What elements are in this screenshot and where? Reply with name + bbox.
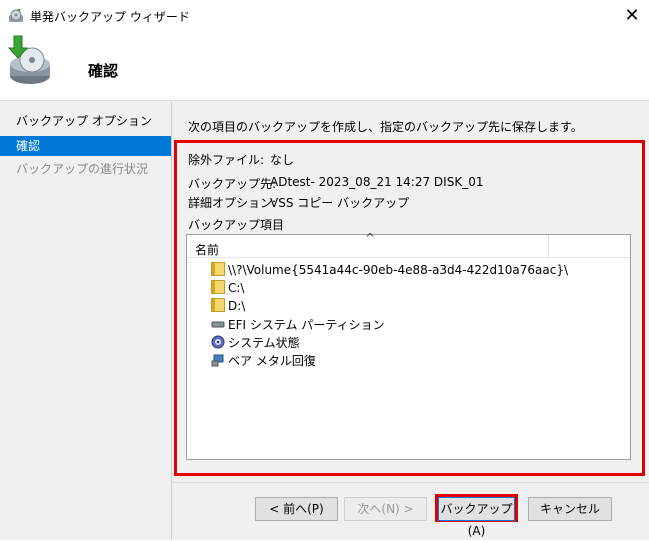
folder-icon (211, 262, 225, 276)
exclude-label: 除外ファイル: (188, 153, 265, 167)
folder-icon (211, 280, 225, 294)
wizard-header: 確認 (0, 32, 649, 101)
list-item[interactable]: \\?\Volume{5541a44c-90eb-4e88-a3d4-422d1… (211, 261, 568, 279)
gear-icon (211, 335, 225, 349)
item-label: ベア メタル回復 (228, 354, 316, 368)
backup-items-list[interactable]: ^ 名前 \\?\Volume{5541a44c-90eb-4e88-a3d4-… (186, 231, 631, 460)
close-button[interactable]: ✕ (615, 2, 649, 30)
next-button-label: 次へ(N) > (357, 502, 414, 516)
back-button[interactable]: < 前へ(P) (255, 497, 338, 521)
list-item[interactable]: ベア メタル回復 (211, 352, 316, 370)
item-label: D:\ (228, 299, 246, 313)
column-header-name[interactable]: 名前 (195, 241, 219, 258)
step-confirm[interactable]: 確認 (0, 136, 171, 156)
item-label: EFI システム パーティション (228, 318, 385, 332)
list-item[interactable]: D:\ (211, 297, 245, 315)
wizard-steps-sidebar: バックアップ オプション 確認 バックアップの進行状況 (0, 101, 171, 540)
title-bar: 単発バックアップ ウィザード ✕ (0, 0, 649, 32)
step-backup-options[interactable]: バックアップ オプション (0, 111, 171, 131)
step-label: バックアップ オプション (16, 114, 152, 128)
backup-items-label: バックアップ項目 (188, 218, 285, 232)
backup-button[interactable]: バックアップ(A) (438, 497, 515, 538)
separator (171, 482, 649, 483)
window-title: 単発バックアップ ウィザード (30, 10, 190, 24)
intro-text: 次の項目のバックアップを作成し、指定のバックアップ先に保存します。 (188, 120, 583, 134)
page-title: 確認 (88, 62, 119, 80)
step-backup-progress: バックアップの進行状況 (0, 159, 171, 179)
list-item[interactable]: システム状態 (211, 334, 300, 352)
step-label: バックアップの進行状況 (16, 162, 149, 176)
advanced-options-label: 詳細オプション: (188, 196, 277, 210)
step-label: 確認 (16, 139, 41, 153)
destination-value: ADtest- 2023_08_21 14:27 DISK_01 (270, 175, 484, 189)
list-header: ^ 名前 (187, 231, 630, 258)
next-button: 次へ(N) > (344, 497, 427, 521)
list-item[interactable]: C:\ (211, 279, 244, 297)
close-icon: ✕ (624, 5, 640, 26)
backup-app-icon (9, 9, 23, 22)
list-item[interactable]: EFI システム パーティション (211, 316, 385, 334)
exclude-value: なし (270, 153, 295, 167)
column-divider[interactable] (548, 235, 549, 257)
destination-label: バックアップ先: (188, 177, 277, 191)
advanced-options-value: VSS コピー バックアップ (270, 196, 410, 210)
item-label: \\?\Volume{5541a44c-90eb-4e88-a3d4-422d1… (228, 263, 569, 277)
cancel-button-label: キャンセル (539, 502, 600, 516)
folder-icon (211, 298, 225, 312)
computer-icon (211, 354, 224, 367)
item-label: システム状態 (228, 336, 300, 350)
sort-ascending-icon: ^ (365, 231, 376, 245)
cancel-button[interactable]: キャンセル (528, 497, 612, 521)
drive-icon (211, 321, 225, 328)
item-label: C:\ (228, 281, 245, 295)
backup-disk-icon (8, 35, 50, 84)
back-button-label: < 前へ(P) (269, 502, 324, 516)
